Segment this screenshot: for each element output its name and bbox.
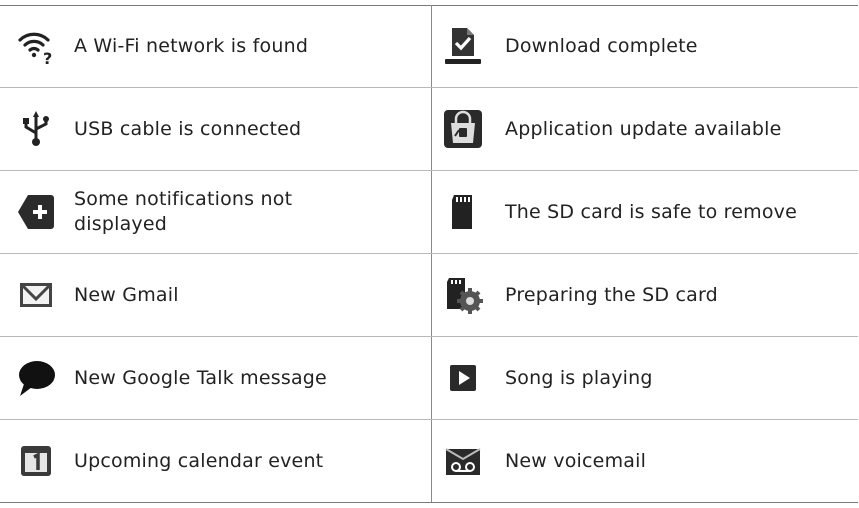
voicemail-icon [443,441,483,481]
table-cell: ? A Wi-Fi network is found [0,5,431,88]
play-icon [443,358,483,398]
table-cell: The SD card is safe to remove [431,171,858,254]
cell-label: The SD card is safe to remove [505,200,798,223]
cell-label: Application update available [505,117,782,140]
cell-label: Song is playing [505,366,653,389]
cell-label: Some notifications not displayed [74,188,293,235]
table-cell: USB cable is connected [0,88,431,171]
talk-bubble-icon [16,358,56,398]
sd-card-icon [443,192,483,232]
market-update-icon [443,109,483,149]
table-cell: New voicemail [431,420,858,503]
more-notifications-icon [16,192,56,232]
cell-label: Upcoming calendar event [74,449,324,472]
svg-text:?: ? [43,49,52,66]
calendar-icon [16,441,56,481]
table-cell: Download complete [431,5,858,88]
table-cell: New Google Talk message [0,337,431,420]
table-cell: Application update available [431,88,858,171]
table-cell: New Gmail [0,254,431,337]
cell-label: USB cable is connected [74,117,302,140]
table-cell: Upcoming calendar event [0,420,431,503]
cell-label: A Wi-Fi network is found [74,34,309,57]
wifi-question-icon: ? [16,26,56,66]
cell-label: Download complete [505,34,698,57]
table-cell: Song is playing [431,337,858,420]
usb-icon [16,109,56,149]
table-cell: Preparing the SD card [431,254,858,337]
cell-label: Preparing the SD card [505,283,718,306]
cell-label: New voicemail [505,449,647,472]
notification-icons-table: ? A Wi-Fi network is found Download comp… [0,5,858,503]
download-complete-icon [443,26,483,66]
cell-label: New Gmail [74,283,179,306]
gmail-icon [16,275,56,315]
cell-label: New Google Talk message [74,366,327,389]
sd-card-prepare-icon [443,275,483,315]
table-cell: Some notifications not displayed [0,171,431,254]
